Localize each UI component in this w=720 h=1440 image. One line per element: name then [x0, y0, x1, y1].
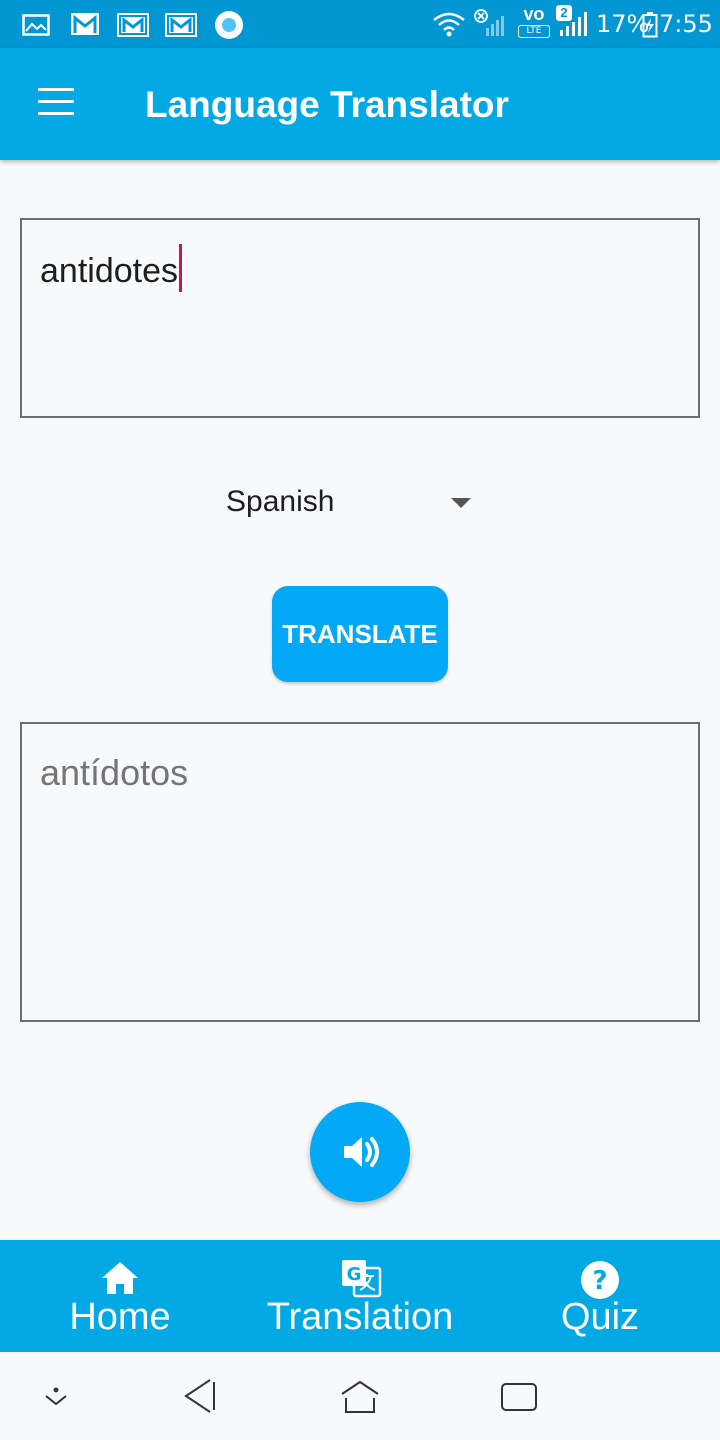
source-text-input[interactable]: antidotes — [20, 218, 700, 418]
gmail-icon — [71, 13, 99, 35]
circle-app-icon — [215, 11, 243, 39]
translation-output[interactable]: antídotos — [20, 722, 700, 1022]
back-icon[interactable] — [176, 1374, 224, 1418]
gmail-icon — [165, 13, 197, 37]
source-text-value: antidotes — [40, 252, 178, 290]
recents-icon[interactable] — [496, 1374, 544, 1418]
translate-button[interactable]: TRANSLATE — [272, 586, 448, 682]
clock: 7:55 — [659, 10, 713, 38]
home-nav-icon[interactable] — [336, 1374, 384, 1418]
gmail-icon — [117, 13, 149, 37]
menu-icon[interactable] — [30, 84, 82, 124]
nav-item-translation[interactable]: G Translation — [250, 1240, 470, 1352]
speak-button[interactable] — [310, 1102, 410, 1202]
nav-item-home[interactable]: Home — [40, 1240, 200, 1352]
system-nav-bar — [0, 1352, 720, 1440]
bottom-nav: Home G Translation ? Quiz — [0, 1240, 720, 1352]
language-dropdown[interactable]: Spanish — [225, 480, 485, 528]
nav-label-home: Home — [69, 1296, 171, 1338]
status-bar: VO LTE 2 17% 7:55 — [0, 0, 720, 48]
svg-text:?: ? — [592, 1266, 607, 1296]
dropdown-arrow-icon — [451, 498, 471, 508]
language-selected-value: Spanish — [226, 485, 335, 518]
nav-label-quiz: Quiz — [560, 1296, 640, 1338]
signal-icon — [560, 12, 587, 36]
app-bar: Language Translator — [0, 48, 720, 160]
speaker-icon — [344, 1137, 379, 1167]
translation-output-value: antídotos — [40, 752, 189, 793]
svg-text:G: G — [347, 1264, 362, 1285]
hide-keyboard-icon[interactable] — [32, 1374, 80, 1418]
no-signal-icon — [474, 9, 504, 36]
page-title: Language Translator — [145, 84, 509, 125]
wifi-icon — [433, 12, 465, 37]
nav-label-translation: Translation — [266, 1296, 454, 1338]
gallery-icon — [22, 14, 50, 36]
home-icon — [102, 1262, 138, 1294]
nav-item-quiz[interactable]: ? Quiz — [520, 1240, 680, 1352]
translate-icon: G — [342, 1260, 382, 1298]
battery-charging-icon — [642, 12, 658, 38]
text-caret — [179, 244, 182, 292]
help-icon: ? — [581, 1261, 619, 1299]
volte-icon: VO LTE — [518, 10, 550, 40]
